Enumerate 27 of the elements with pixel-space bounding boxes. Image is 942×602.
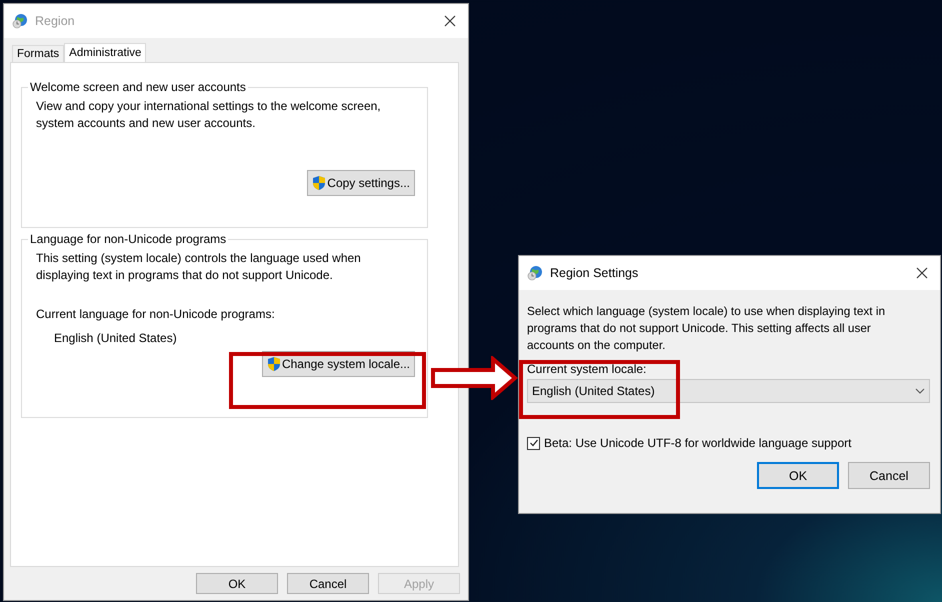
- current-language-label: Current language for non-Unicode programs:: [36, 307, 276, 321]
- dialog-button[interactable]: OK: [757, 462, 839, 489]
- dialog-button[interactable]: OK: [196, 573, 278, 594]
- close-icon[interactable]: [916, 267, 928, 279]
- close-icon[interactable]: [444, 15, 456, 27]
- locale-dropdown[interactable]: English (United States): [527, 379, 930, 403]
- globe-icon: [12, 13, 28, 29]
- description-text: This setting (system locale) controls the language used when displaying text in programs that do not support Unicode.: [36, 250, 362, 284]
- checkbox-label: Beta: Use Unicode UTF-8 for worldwide language support: [544, 436, 852, 450]
- tab[interactable]: Administrative: [64, 43, 146, 62]
- checkbox[interactable]: [527, 436, 540, 450]
- locale-label: Current system locale:: [527, 362, 648, 376]
- group-title: Welcome screen and new user accounts: [29, 80, 247, 94]
- chevron-down-icon: [915, 388, 925, 394]
- description-text: View and copy your international settings to the welcome screen, system accounts and new user accounts.: [36, 98, 382, 132]
- window-title: Region Settings: [550, 266, 640, 280]
- window-title: Region: [35, 14, 76, 28]
- shield-icon: [266, 356, 281, 372]
- description-text: Select which language (system locale) to use when displaying text in programs that do not support Unicode. This setting affects all user accounts on the computer.: [527, 303, 886, 354]
- shield-icon: [312, 175, 326, 191]
- dialog-button[interactable]: Cancel: [848, 462, 930, 489]
- current-language-value: English (United States): [54, 331, 178, 345]
- group-title: Language for non-Unicode programs: [29, 232, 228, 246]
- tab[interactable]: Formats: [12, 45, 64, 62]
- copy-settings-button[interactable]: Copy settings...: [307, 170, 415, 196]
- dialog-button[interactable]: Cancel: [287, 573, 369, 594]
- globe-icon: [527, 265, 543, 281]
